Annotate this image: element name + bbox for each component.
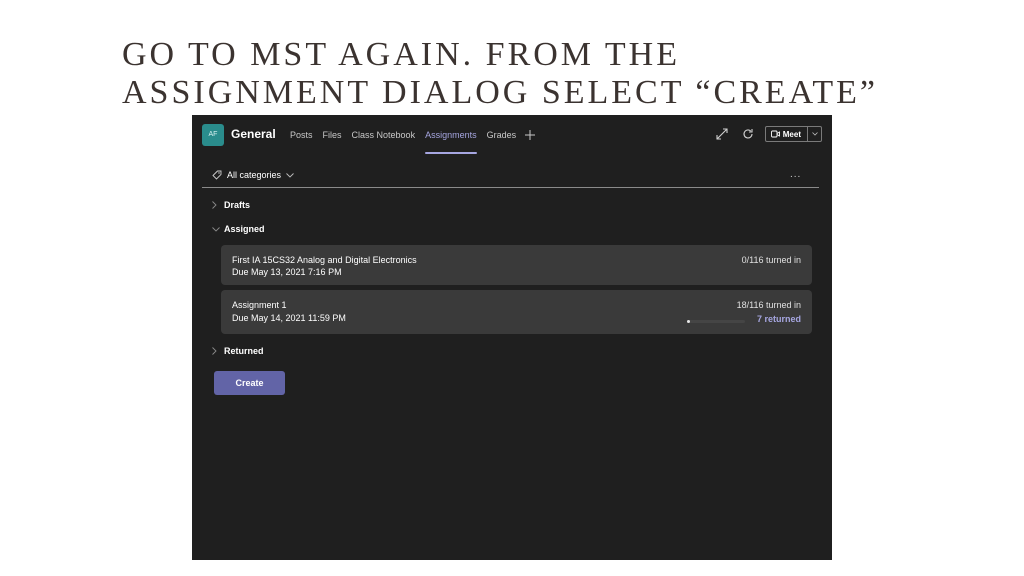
tab-assignments[interactable]: Assignments xyxy=(420,115,482,155)
channel-tabs: Posts Files Class Notebook Assignments G… xyxy=(285,115,539,155)
tab-posts[interactable]: Posts xyxy=(285,115,318,155)
video-camera-icon xyxy=(770,130,780,138)
assignment-card[interactable]: Assignment 1 Due May 14, 2021 11:59 PM 1… xyxy=(221,290,812,334)
meet-now[interactable]: Meet xyxy=(766,127,807,141)
section-returned[interactable]: Returned xyxy=(212,346,264,356)
header-actions: Meet xyxy=(713,125,822,143)
category-filter[interactable]: All categories xyxy=(212,170,294,180)
channel-header: AF General Posts Files Class Notebook As… xyxy=(192,115,832,155)
tab-class-notebook[interactable]: Class Notebook xyxy=(347,115,421,155)
section-assigned[interactable]: Assigned xyxy=(212,224,265,234)
tag-icon xyxy=(212,170,222,180)
assignment-title: Assignment 1 xyxy=(232,300,287,310)
slide-title: GO TO MST AGAIN. FROM THE ASSIGNMENT DIA… xyxy=(122,36,878,111)
category-filter-label: All categories xyxy=(227,170,282,180)
section-returned-label: Returned xyxy=(224,346,264,356)
refresh-icon xyxy=(743,129,753,139)
add-tab-button[interactable] xyxy=(521,115,539,155)
tab-files[interactable]: Files xyxy=(318,115,347,155)
expand-button[interactable] xyxy=(713,125,731,143)
divider xyxy=(202,187,819,188)
section-drafts[interactable]: Drafts xyxy=(212,200,250,210)
chevron-down-icon xyxy=(212,226,220,232)
meet-button[interactable]: Meet xyxy=(764,126,822,142)
tab-grades[interactable]: Grades xyxy=(482,115,522,155)
section-assigned-label: Assigned xyxy=(224,224,265,234)
returned-progress-fill xyxy=(687,320,691,323)
team-avatar[interactable]: AF xyxy=(202,124,224,146)
meet-dropdown[interactable] xyxy=(808,127,821,141)
plus-icon xyxy=(525,130,536,140)
chevron-down-icon xyxy=(286,172,294,178)
turned-in-count: 18/116 turned in xyxy=(736,300,801,310)
chevron-right-icon xyxy=(212,347,217,355)
expand-icon xyxy=(716,128,728,140)
more-options-button[interactable]: ... xyxy=(790,169,801,180)
meet-label: Meet xyxy=(782,129,801,139)
assignment-card[interactable]: First IA 15CS32 Analog and Digital Elect… xyxy=(221,245,812,285)
teams-screenshot: AF General Posts Files Class Notebook As… xyxy=(192,115,832,560)
assignment-due-date: Due May 14, 2021 11:59 PM xyxy=(232,313,346,323)
refresh-button[interactable] xyxy=(739,125,757,143)
channel-name: General xyxy=(231,127,276,141)
assignment-title: First IA 15CS32 Analog and Digital Elect… xyxy=(232,255,417,265)
turned-in-count: 0/116 turned in xyxy=(741,255,801,265)
chevron-right-icon xyxy=(212,201,217,209)
chevron-down-icon xyxy=(811,132,818,136)
returned-progress-bar xyxy=(687,320,745,323)
assignment-due-date: Due May 13, 2021 7:16 PM xyxy=(232,267,342,277)
section-drafts-label: Drafts xyxy=(224,200,251,210)
returned-count[interactable]: 7 returned xyxy=(757,314,801,324)
create-button[interactable]: Create xyxy=(214,371,285,395)
